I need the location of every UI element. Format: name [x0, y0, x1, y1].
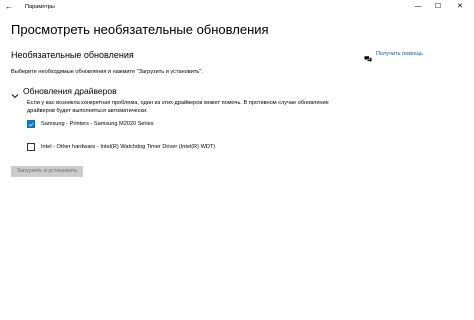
close-button[interactable]: ✕	[450, 0, 470, 14]
driver-item-intel[interactable]: Intel - Other hardware - Intel(R) Watchd…	[27, 142, 215, 152]
maximize-button[interactable]: ☐	[428, 0, 448, 14]
checkmark-icon	[28, 122, 34, 126]
page-title: Просмотреть необязательные обновления	[11, 22, 269, 37]
driver-updates-title: Обновления драйверов	[23, 86, 117, 96]
page-description: Выберите необходимые обновления и нажмит…	[11, 69, 203, 75]
driver-updates-toggle[interactable]: Обновления драйверов	[11, 85, 117, 99]
section-title: Необязательные обновления	[11, 50, 134, 60]
app-title: Параметры	[25, 4, 55, 10]
title-bar: ← Параметры — ☐ ✕	[0, 0, 474, 14]
samsung-driver-label[interactable]: Samsung - Printers - Samsung M2020 Serie…	[41, 121, 154, 127]
chat-help-icon	[364, 50, 372, 62]
samsung-driver-checkbox[interactable]	[27, 120, 35, 128]
intel-driver-label[interactable]: Intel - Other hardware - Intel(R) Watchd…	[41, 144, 215, 150]
minimize-button[interactable]: —	[408, 0, 428, 14]
help-link[interactable]: Получить помощь	[364, 48, 423, 62]
help-link-label[interactable]: Получить помощь	[376, 51, 423, 57]
intel-driver-checkbox[interactable]	[27, 143, 35, 151]
driver-item-samsung[interactable]: Samsung - Printers - Samsung M2020 Serie…	[27, 119, 154, 129]
driver-updates-description: Если у вас возникла конкретная проблема,…	[27, 100, 329, 114]
chevron-down-icon[interactable]	[11, 87, 19, 99]
download-install-button[interactable]: Загрузить и установить	[11, 166, 83, 177]
back-arrow-icon[interactable]: ←	[4, 2, 14, 12]
